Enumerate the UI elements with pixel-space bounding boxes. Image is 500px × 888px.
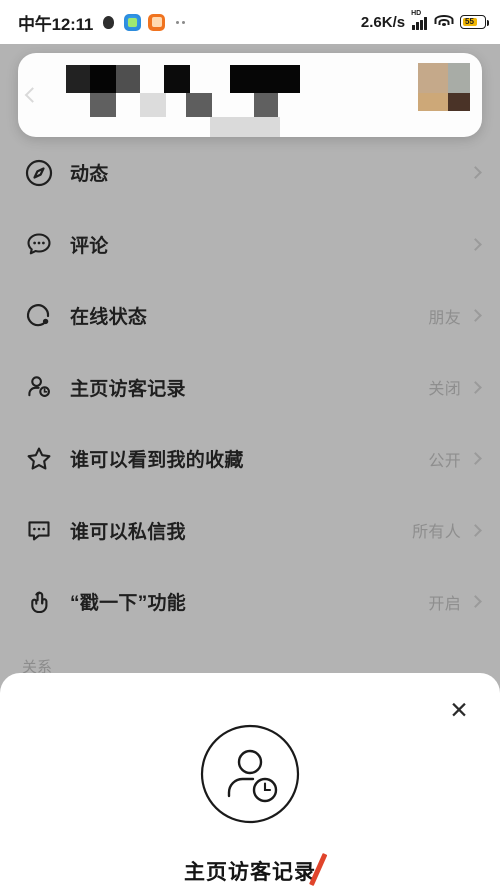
settings-row-label: “戳一下”功能 bbox=[70, 593, 187, 615]
chevron-right-icon bbox=[469, 380, 482, 394]
status-bar: 中午12:11 2.6K/s HD 55 bbox=[0, 0, 500, 44]
settings-row-label: 动态 bbox=[70, 164, 109, 186]
compass-icon bbox=[22, 156, 56, 190]
close-icon[interactable]: ✕ bbox=[446, 697, 472, 723]
bottom-sheet: ✕ 主页访客记录 bbox=[0, 673, 500, 888]
section-header-relationship: 关系 bbox=[22, 658, 53, 676]
chevron-right-icon bbox=[469, 166, 482, 180]
chevron-right-icon bbox=[469, 237, 482, 251]
settings-row-label: 评论 bbox=[70, 235, 109, 257]
bottom-sheet-title: 主页访客记录 bbox=[184, 861, 316, 884]
message-icon bbox=[22, 513, 56, 547]
status-bar-clock: 中午12:11 bbox=[18, 14, 94, 34]
notification-overflow-icon bbox=[176, 20, 186, 24]
online-status-icon bbox=[22, 299, 56, 333]
settings-row-label: 主页访客记录 bbox=[70, 378, 186, 400]
visitor-record-circle-icon bbox=[200, 724, 300, 829]
battery-level-label: 55 bbox=[465, 17, 474, 26]
settings-row-value: 朋友 bbox=[428, 309, 461, 327]
qq-icon bbox=[100, 13, 118, 31]
blue-app-icon bbox=[124, 13, 142, 31]
censored-mosaic bbox=[18, 53, 482, 137]
chevron-right-icon bbox=[469, 452, 482, 466]
status-bar-left: 中午12:11 bbox=[18, 10, 186, 35]
battery-icon: 55 bbox=[460, 15, 489, 29]
settings-row-value: 开启 bbox=[428, 595, 461, 613]
settings-row-label: 在线状态 bbox=[70, 307, 148, 329]
comment-bubble-icon bbox=[22, 227, 56, 261]
chevron-right-icon bbox=[469, 595, 482, 609]
visitor-record-icon bbox=[22, 370, 56, 404]
settings-row-label: 谁可以私信我 bbox=[70, 521, 186, 543]
orange-app-icon bbox=[148, 13, 166, 31]
chevron-right-icon bbox=[469, 309, 482, 323]
network-speed-label: 2.6K/s bbox=[360, 13, 406, 31]
settings-row-value: 关闭 bbox=[428, 381, 461, 399]
settings-row-direct-message[interactable]: 谁可以私信我 所有人 bbox=[0, 495, 500, 567]
settings-row-value: 所有人 bbox=[412, 524, 461, 542]
poke-hand-icon bbox=[22, 585, 56, 619]
settings-row-visitor-record[interactable]: 主页访客记录 关闭 bbox=[0, 352, 500, 424]
cellular-signal-icon: HD bbox=[411, 10, 427, 30]
settings-row-poke[interactable]: “戳一下”功能 开启 bbox=[0, 566, 500, 638]
settings-row-comments[interactable]: 评论 bbox=[0, 209, 500, 281]
status-bar-right: 2.6K/s HD 55 bbox=[360, 10, 489, 31]
hd-label: HD bbox=[411, 9, 422, 17]
top-floating-card[interactable] bbox=[18, 53, 482, 137]
settings-row-dynamic[interactable]: 动态 bbox=[0, 137, 500, 209]
settings-row-value: 公开 bbox=[428, 452, 461, 470]
star-icon bbox=[22, 442, 56, 476]
settings-row-online-status[interactable]: 在线状态 朋友 bbox=[0, 280, 500, 352]
settings-row-favorites-visibility[interactable]: 谁可以看到我的收藏 公开 bbox=[0, 423, 500, 495]
chevron-right-icon bbox=[469, 523, 482, 537]
settings-row-label: 谁可以看到我的收藏 bbox=[70, 450, 244, 472]
censored-thumbnail bbox=[418, 63, 470, 111]
wifi-icon bbox=[434, 15, 453, 29]
